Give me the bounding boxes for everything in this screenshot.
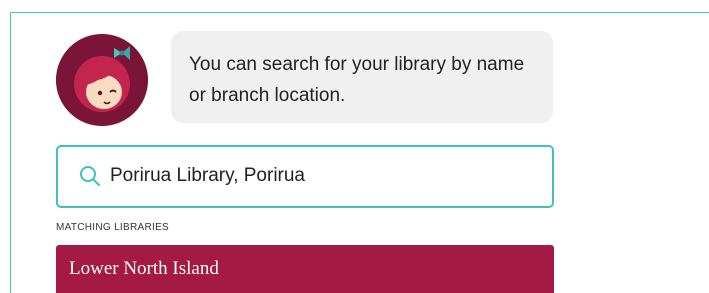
region-header-lower-north-island[interactable]: Lower North Island — [56, 245, 554, 293]
library-search-box[interactable] — [56, 145, 554, 208]
library-search-input[interactable] — [110, 147, 540, 205]
assistant-message-text: You can search for your library by name … — [189, 54, 525, 106]
search-icon — [80, 166, 100, 186]
libby-avatar-icon — [56, 34, 148, 126]
matching-libraries-heading: MATCHING LIBRARIES — [56, 222, 170, 233]
assistant-message-bubble: You can search for your library by name … — [171, 31, 553, 123]
